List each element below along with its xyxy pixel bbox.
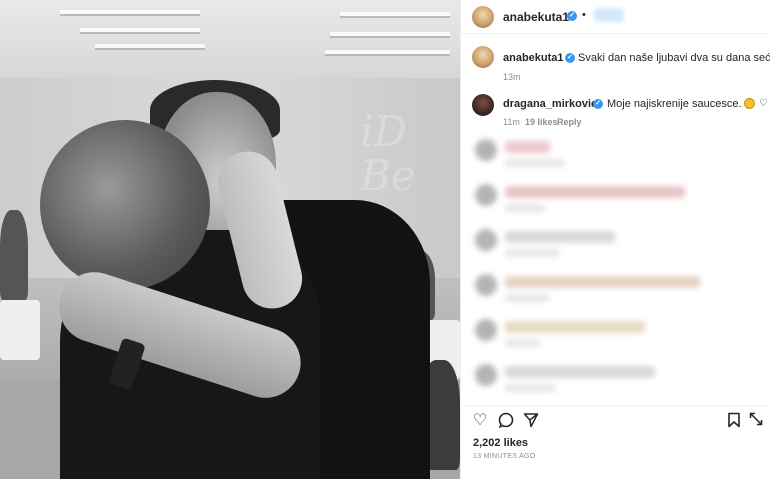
- ceiling-light: [340, 12, 450, 18]
- likes-count[interactable]: 2,202 likes: [473, 437, 528, 449]
- ceiling-light: [60, 10, 200, 16]
- bookmark-icon[interactable]: [725, 412, 743, 430]
- follow-button[interactable]: [594, 8, 624, 22]
- header-separator: •: [582, 9, 586, 21]
- comment-username[interactable]: dragana_mirkovic: [503, 98, 597, 110]
- verified-badge-icon: ✓: [565, 53, 575, 63]
- blurred-comment: [461, 180, 770, 220]
- ceiling-light: [330, 32, 450, 38]
- author-avatar[interactable]: [472, 6, 494, 28]
- blurred-comment: [461, 135, 770, 175]
- sad-face-emoji-icon: [743, 98, 755, 109]
- post-action-bar: ♡: [461, 405, 770, 431]
- commenter-avatar[interactable]: [472, 94, 494, 116]
- blurred-comment: [461, 270, 770, 310]
- ceiling-light: [80, 28, 200, 34]
- ceiling-light: [95, 44, 205, 50]
- ceiling-light: [325, 50, 450, 56]
- caption-text: Svaki dan naše ljubavi dva su dana sećan…: [578, 52, 770, 64]
- expand-icon[interactable]: [747, 412, 765, 430]
- photo-table: [0, 300, 40, 360]
- background-guest: [0, 210, 28, 300]
- comment-like-heart-icon[interactable]: ♡: [759, 98, 768, 109]
- verified-badge-icon: ✓: [567, 11, 577, 21]
- comment-text: Moje najiskrenije saucesce.: [607, 98, 755, 110]
- post-timestamp: 13 MINUTES AGO: [473, 453, 536, 460]
- woman-hair: [40, 120, 210, 290]
- author-username[interactable]: anabekuta1: [503, 10, 569, 24]
- caption-time: 13m: [503, 72, 521, 82]
- post-side-panel: anabekuta1 ✓ • anabekuta1 ✓ Svaki dan na…: [460, 0, 770, 479]
- post-header: anabekuta1 ✓ •: [461, 0, 770, 34]
- blurred-comment: [461, 225, 770, 265]
- verified-badge-icon: ✓: [593, 99, 603, 109]
- caption-username[interactable]: anabekuta1: [503, 52, 564, 64]
- heart-icon[interactable]: ♡: [471, 412, 489, 430]
- paper-plane-icon[interactable]: [522, 412, 540, 430]
- blurred-comment: [461, 360, 770, 400]
- blurred-comment: [461, 315, 770, 355]
- post-photo[interactable]: iD Be: [0, 0, 460, 479]
- blurred-comments: [461, 125, 770, 400]
- comment-bubble-icon[interactable]: [497, 412, 515, 430]
- caption-avatar[interactable]: [472, 46, 494, 68]
- photo-watermark: iD Be: [360, 107, 416, 200]
